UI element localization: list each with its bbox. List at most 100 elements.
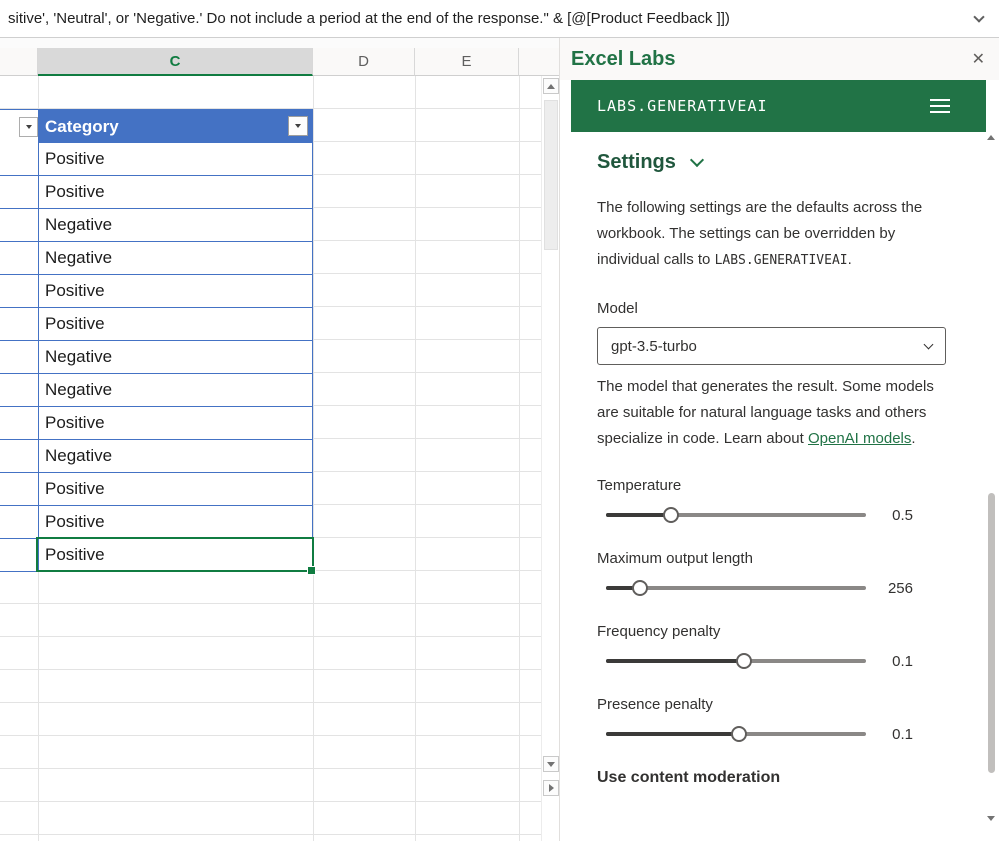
table-row[interactable]: Positive [0,473,312,506]
slider-track[interactable] [606,513,866,517]
formula-input[interactable]: sitive', 'Neutral', or 'Negative.' Do no… [8,10,969,27]
triangle-down-icon [547,762,555,767]
table-row[interactable]: Positive [0,407,312,440]
slider-thumb[interactable] [731,726,747,742]
cell-text: Negative [45,380,112,400]
triangle-right-icon [549,784,554,792]
settings-section-toggle[interactable]: Settings [597,149,999,175]
table-row[interactable]: Negative [0,374,312,407]
triangle-up-icon [987,135,995,140]
slider-setting: Presence penalty 0.1 [597,696,999,742]
cell-text: Positive [45,182,105,202]
panel-content: Settings The following settings are the … [560,132,999,787]
slider-label: Maximum output length [597,550,999,568]
table-header-row: Category [0,110,312,143]
filter-dropdown-icon [295,124,301,128]
table-row[interactable]: Negative [0,242,312,275]
cell-text: Negative [45,446,112,466]
column-header-c[interactable]: C [38,48,313,76]
column-headers: C D E [0,48,559,76]
settings-description: The following settings are the defaults … [597,195,955,274]
slider-label: Presence penalty [597,696,999,714]
corner-header [0,48,38,76]
hamburger-menu-icon[interactable] [930,99,950,113]
table-row[interactable]: Positive [0,143,312,176]
slider-value: 0.1 [866,726,913,743]
slider-thumb[interactable] [632,580,648,596]
column-header-d[interactable]: D [313,48,415,76]
cell-text: Negative [45,347,112,367]
cell-text: Positive [45,314,105,334]
adjacent-column-filter-button[interactable] [19,117,38,137]
formula-bar: sitive', 'Neutral', or 'Negative.' Do no… [0,0,999,38]
slider-value: 0.1 [866,653,913,670]
formula-bar-expand-button[interactable] [969,17,989,21]
scroll-down-button[interactable] [543,756,559,772]
sheet-scrollbar-thumb[interactable] [544,100,558,250]
scroll-up-button[interactable] [543,78,559,94]
slider-thumb[interactable] [663,507,679,523]
slider-track[interactable] [606,732,866,736]
table-row[interactable]: Negative [0,440,312,473]
cell-text: Negative [45,215,112,235]
table-row[interactable]: Positive [0,539,312,572]
panel-header: Excel Labs ✕ [560,38,999,80]
cell-text: Positive [45,281,105,301]
openai-models-link[interactable]: OpenAI models [808,430,911,447]
table-row[interactable]: Positive [0,506,312,539]
slider-track[interactable] [606,586,866,590]
table-row[interactable]: Positive [0,308,312,341]
generativeai-banner: LABS.GENERATIVEAI [571,80,986,132]
cell-text: Positive [45,512,105,532]
slider-fill [606,513,671,517]
table-row[interactable]: Positive [0,176,312,209]
panel-scrollbar-thumb[interactable] [988,493,995,773]
table-rows: Positive Positive Negative Negative Posi… [0,143,312,572]
settings-heading: Settings [597,151,676,174]
sheet-top-strip [0,38,559,48]
scroll-right-button[interactable] [543,780,559,796]
chevron-down-icon [690,153,704,167]
filter-dropdown-icon [26,125,32,129]
panel-scrollbar[interactable] [985,135,998,821]
banner-title: LABS.GENERATIVEAI [597,97,768,115]
spreadsheet: C D E Category Positive Positive Negativ… [0,38,559,841]
model-selected-value: gpt-3.5-turbo [611,338,697,355]
sheet-grid[interactable]: Category Positive Positive Negative Nega… [0,76,541,841]
cell-text: Positive [45,149,105,169]
table-left-border [38,110,39,572]
excel-labs-panel: Excel Labs ✕ LABS.GENERATIVEAI Settings … [559,38,999,841]
cell-text: Negative [45,248,112,268]
cell-text: Positive [45,413,105,433]
close-icon[interactable]: ✕ [972,49,985,69]
column-header-e[interactable]: E [415,48,519,76]
triangle-up-icon [547,84,555,89]
slider-setting: Maximum output length 256 [597,550,999,596]
table-row[interactable]: Negative [0,209,312,242]
content-moderation-label: Use content moderation [597,769,999,787]
category-filter-button[interactable] [288,116,308,136]
panel-title: Excel Labs [571,48,676,71]
slider-setting: Frequency penalty 0.1 [597,623,999,669]
table-header-label: Category [45,117,119,137]
slider-row: 0.5 [597,507,913,523]
slider-fill [606,732,739,736]
table-row[interactable]: Positive [0,275,312,308]
sheet-vertical-scrollbar[interactable] [541,76,559,841]
slider-row: 0.1 [597,653,913,669]
table-header-cell[interactable]: Category [38,110,312,143]
slider-thumb[interactable] [736,653,752,669]
model-dropdown[interactable]: gpt-3.5-turbo [597,327,946,365]
slider-label: Temperature [597,477,999,495]
column-header-filler [519,48,559,76]
chevron-down-icon [924,339,934,349]
model-help-text: The model that generates the result. Som… [597,374,949,452]
slider-value: 0.5 [866,507,913,524]
table-row[interactable]: Negative [0,341,312,374]
sliders: Temperature 0.5 Maximum output length 25… [597,477,999,742]
slider-label: Frequency penalty [597,623,999,641]
slider-setting: Temperature 0.5 [597,477,999,523]
slider-track[interactable] [606,659,866,663]
chevron-down-icon [973,11,984,22]
cell-text: Positive [45,479,105,499]
